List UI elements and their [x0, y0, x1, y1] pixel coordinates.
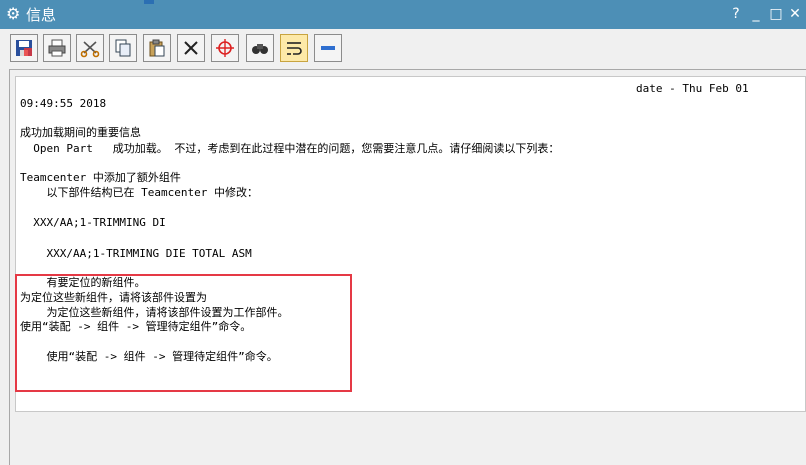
toolbar	[0, 29, 806, 67]
info-line: XXX/AA;1-TRIMMING DI	[20, 216, 166, 229]
printer-icon	[48, 39, 66, 57]
paste-button[interactable]	[143, 34, 171, 62]
info-line: Open Part 成功加载。 不过，考虑到在此过程中潜在的问题，您需要注意几点…	[20, 142, 560, 155]
info-line: 09:49:55 2018	[20, 97, 107, 110]
crosshair-icon	[216, 39, 234, 57]
save-button[interactable]	[10, 34, 38, 62]
close-button[interactable]: ✕	[786, 4, 804, 24]
info-line: 成功加载期间的重要信息	[20, 126, 141, 139]
scissors-icon	[80, 41, 100, 58]
wrap-button[interactable]	[280, 34, 308, 62]
x-icon	[184, 41, 198, 55]
minimize-button[interactable]: _	[747, 4, 765, 24]
cut-button[interactable]	[76, 34, 104, 62]
info-line: date - Thu Feb 01	[636, 82, 749, 95]
info-line: XXX/AA;1-TRIMMING DIE TOTAL ASM	[20, 247, 252, 260]
focus-indicator	[144, 0, 154, 4]
find-button[interactable]	[246, 34, 274, 62]
help-button[interactable]: ?	[727, 4, 745, 24]
binoculars-icon	[252, 44, 268, 54]
save-icon	[16, 40, 32, 56]
clipboard-icon	[149, 39, 165, 57]
window-title: 信息	[26, 6, 57, 24]
collapse-button[interactable]	[314, 34, 342, 62]
info-line: Teamcenter 中添加了额外组件	[20, 171, 181, 184]
crosshair-button[interactable]	[211, 34, 239, 62]
minus-icon	[321, 46, 335, 50]
copy-button[interactable]	[109, 34, 137, 62]
print-button[interactable]	[43, 34, 71, 62]
highlight-box	[15, 274, 352, 392]
delete-button[interactable]	[177, 34, 205, 62]
maximize-button[interactable]: □	[767, 4, 785, 24]
gear-icon[interactable]: ⚙	[6, 4, 20, 24]
copy-icon	[115, 39, 131, 57]
info-line: 以下部件结构已在 Teamcenter 中修改：	[20, 186, 258, 199]
word-wrap-icon	[287, 42, 302, 55]
title-bar: ⚙ 信息 ? _ □ ✕	[0, 0, 806, 29]
